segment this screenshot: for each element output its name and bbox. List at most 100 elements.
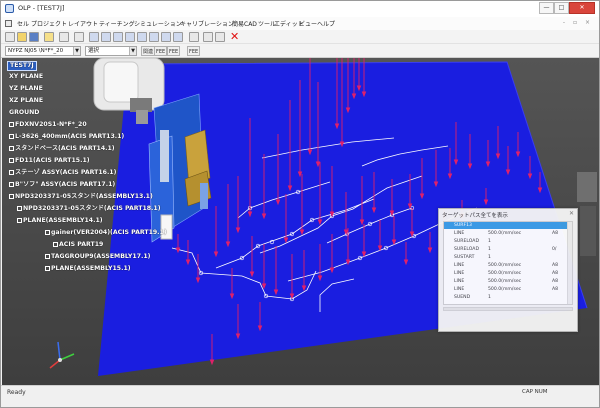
tree-item[interactable]: FD11(ACIS PART15.1) bbox=[9, 157, 90, 165]
menu-simulation[interactable]: シミュレーション bbox=[134, 19, 182, 28]
panel-title: ターゲットパス全てを表示 bbox=[442, 213, 508, 219]
menu-calibration[interactable]: キャリブレーション bbox=[180, 19, 234, 28]
tree-label: TEST7J bbox=[10, 62, 34, 69]
tool-icon[interactable] bbox=[215, 32, 225, 42]
toolbar-button[interactable]: FEE bbox=[187, 46, 201, 56]
expand-icon[interactable] bbox=[45, 253, 50, 259]
robot-icon[interactable] bbox=[113, 32, 123, 42]
expand-icon[interactable] bbox=[17, 217, 22, 223]
close-button[interactable]: ✕ bbox=[569, 2, 595, 14]
chevron-down-icon[interactable]: ▼ bbox=[73, 47, 80, 55]
menu-help[interactable]: ヘルプ bbox=[317, 19, 335, 28]
tool-icon[interactable] bbox=[203, 32, 213, 42]
expand-icon[interactable] bbox=[45, 229, 50, 235]
expand-icon[interactable] bbox=[9, 121, 14, 127]
expand-icon[interactable] bbox=[53, 241, 58, 247]
menu-bar: セル プロジェクト レイアウト ティーチング シミュレーション キャリブレーショ… bbox=[1, 17, 599, 30]
expand-icon[interactable] bbox=[17, 205, 22, 211]
status-text: Ready bbox=[7, 389, 26, 396]
tool-icon[interactable] bbox=[189, 32, 199, 42]
tree-item[interactable]: NPD3203371-05スタンド(ACIS PART18.1) bbox=[17, 205, 161, 213]
tree-item[interactable]: スタンドベース(ACIS PART14.1) bbox=[9, 145, 115, 153]
menu-cell[interactable]: セル bbox=[17, 19, 29, 28]
list-item[interactable]: SUEND 1 bbox=[444, 294, 572, 301]
path-list[interactable]: SURF13 LINE 500.0(mm/sec A8 SURELOAD 1 SURE… bbox=[443, 221, 573, 305]
menu-view[interactable]: ビュー bbox=[299, 19, 317, 28]
list-item[interactable]: SURF13 bbox=[444, 222, 572, 229]
row-value: 1 bbox=[488, 295, 491, 300]
tree-item[interactable]: gainer(VER2004)(ACIS PART19.1) bbox=[45, 229, 167, 237]
grid-icon[interactable] bbox=[161, 32, 171, 42]
object-combo[interactable]: NYPZ NJ05 \N*F*_20 ▼ bbox=[5, 46, 81, 56]
menu-project[interactable]: プロジェクト bbox=[31, 19, 67, 28]
row-value: 500.0(mm/sec bbox=[488, 231, 522, 236]
expand-icon[interactable] bbox=[9, 145, 14, 151]
tree-root[interactable]: TEST7J bbox=[7, 61, 37, 71]
save-icon[interactable] bbox=[29, 32, 39, 42]
toolbar-button[interactable]: FEE bbox=[154, 46, 168, 56]
menu-teaching[interactable]: ティーチング bbox=[99, 19, 135, 28]
robot-icon[interactable] bbox=[149, 32, 159, 42]
tree-item[interactable]: FDXNV20S1-N*F*_20 bbox=[9, 121, 87, 129]
horizontal-scrollbar[interactable] bbox=[443, 307, 573, 311]
mode-combo-value: 選択 bbox=[88, 48, 100, 54]
robot-icon[interactable] bbox=[125, 32, 135, 42]
document-icon[interactable] bbox=[5, 20, 12, 27]
list-item[interactable]: SURELOAD 1 bbox=[444, 238, 572, 245]
tree-label: TAGGROUP9(ASSEMBLY17.1) bbox=[51, 253, 151, 260]
close-icon[interactable]: ✕ bbox=[569, 210, 574, 217]
tree-item[interactable]: ステーゾ ASSY(ACIS PART16.1) bbox=[9, 169, 116, 177]
list-item[interactable]: LINE 500.0(mm/sec A8 bbox=[444, 262, 572, 269]
tree-item[interactable]: B"ソフ" ASSY(ACIS PART17.1) bbox=[9, 181, 115, 189]
maximize-button[interactable]: □ bbox=[554, 2, 569, 14]
lightbulb-icon[interactable] bbox=[44, 32, 54, 42]
expand-icon[interactable] bbox=[9, 169, 14, 175]
chevron-down-icon[interactable]: ▼ bbox=[129, 47, 136, 55]
tree-label: XZ PLANE bbox=[9, 97, 44, 104]
tree-item[interactable]: PLANE(ASSEMBLY15.1) bbox=[45, 265, 131, 273]
toolbar-button[interactable]: FEE bbox=[167, 46, 181, 56]
tree-item[interactable]: XY PLANE bbox=[9, 73, 43, 81]
tree-item[interactable]: YZ PLANE bbox=[9, 85, 43, 93]
expand-icon[interactable] bbox=[9, 181, 14, 187]
expand-icon[interactable] bbox=[45, 265, 50, 271]
tree-item[interactable]: NPD3203371-05スタンド(ASSEMBLY13.1) bbox=[9, 193, 153, 201]
expand-icon[interactable] bbox=[9, 133, 14, 139]
robot-icon[interactable] bbox=[101, 32, 111, 42]
tree-item[interactable]: TAGGROUP9(ASSEMBLY17.1) bbox=[45, 253, 150, 261]
robot-icon[interactable] bbox=[89, 32, 99, 42]
list-item[interactable]: LINE 500.0(mm/sec A8 bbox=[444, 278, 572, 285]
mdi-controls[interactable]: - ▫ × bbox=[563, 19, 593, 26]
list-item[interactable]: LINE 500.0(mm/sec A8 bbox=[444, 230, 572, 237]
list-item[interactable]: SURELOAD 1 0/ bbox=[444, 246, 572, 253]
row-extra: A8 bbox=[552, 263, 559, 268]
target-path-panel[interactable]: ターゲットパス全てを表示 ✕ SURF13 LINE 500.0(mm/sec A8… bbox=[438, 208, 578, 332]
tree-item[interactable]: PLANE(ASSEMBLY14.1) bbox=[17, 217, 103, 225]
list-item[interactable]: LINE 500.0(mm/sec A8 bbox=[444, 286, 572, 293]
tree-item[interactable]: XZ PLANE bbox=[9, 97, 43, 105]
cancel-icon[interactable]: ✕ bbox=[230, 31, 239, 42]
open-folder-icon[interactable] bbox=[17, 32, 27, 42]
tree-label: PLANE(ASSEMBLY14.1) bbox=[23, 217, 103, 224]
tool-icon[interactable] bbox=[74, 32, 84, 42]
mode-combo[interactable]: 選択 ▼ bbox=[85, 46, 137, 56]
tree-item[interactable]: L-3626_400mm(ACIS PART13.1) bbox=[9, 133, 124, 141]
list-item[interactable]: SUSTART 1 bbox=[444, 254, 572, 261]
row-value: 500.0(mm/sec bbox=[488, 279, 522, 284]
menu-layout[interactable]: レイアウト bbox=[68, 19, 98, 28]
grid-icon[interactable] bbox=[173, 32, 183, 42]
new-file-icon[interactable] bbox=[5, 32, 15, 42]
tree-item[interactable]: ACIS PART19 bbox=[53, 241, 103, 249]
tool-icon[interactable] bbox=[59, 32, 69, 42]
list-item[interactable]: LINE 500.0(mm/sec A8 bbox=[444, 270, 572, 277]
expand-icon[interactable] bbox=[9, 157, 14, 163]
scrollbar[interactable] bbox=[567, 222, 572, 304]
menu-simple-cad[interactable]: 簡易CAD bbox=[232, 19, 257, 28]
robot-icon[interactable] bbox=[137, 32, 147, 42]
tree-item[interactable]: GROUND bbox=[9, 109, 39, 117]
expand-icon[interactable] bbox=[9, 193, 14, 199]
toolbar-button[interactable]: 関連 bbox=[141, 46, 156, 56]
object-tree[interactable]: TEST7J XY PLANE YZ PLANE XZ PLANE GROUND… bbox=[7, 61, 197, 273]
minimize-button[interactable]: — bbox=[539, 2, 554, 14]
row-command: SUEND bbox=[454, 295, 471, 300]
